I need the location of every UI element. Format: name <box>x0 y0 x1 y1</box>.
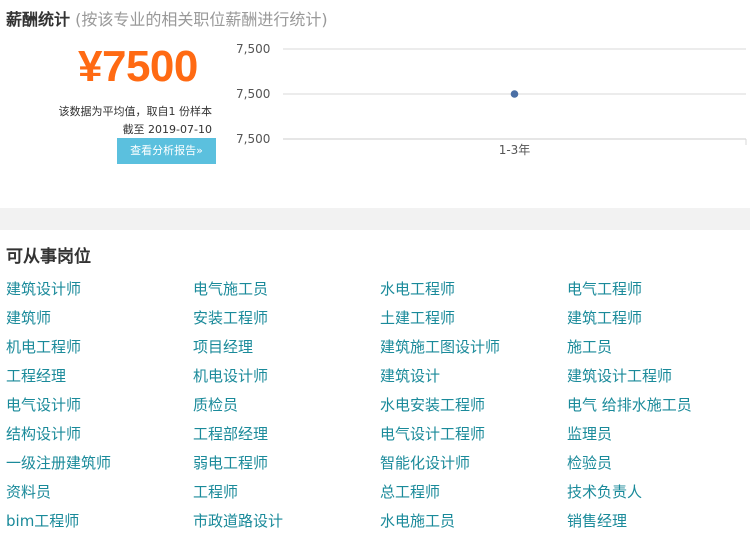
salary-subtitle: (按该专业的相关职位薪酬进行统计) <box>75 10 328 29</box>
data-point[interactable] <box>510 90 519 98</box>
job-link[interactable]: 销售经理 <box>567 510 627 531</box>
job-link[interactable]: 土建工程师 <box>380 307 455 328</box>
salary-chart-svg: 7,500 7,500 7,500 1-3年 <box>236 42 747 157</box>
view-report-button[interactable]: 查看分析报告» <box>117 138 216 164</box>
x-tick-label: 1-3年 <box>499 143 531 157</box>
job-link[interactable]: 电气设计师 <box>6 394 81 415</box>
job-link[interactable]: 建筑设计工程师 <box>567 365 672 386</box>
job-link[interactable]: 监理员 <box>567 423 612 444</box>
job-link[interactable]: 电气设计工程师 <box>380 423 485 444</box>
job-link[interactable]: 资料员 <box>6 481 51 502</box>
job-link[interactable]: 机电工程师 <box>6 336 81 357</box>
job-link[interactable]: bim工程师 <box>6 510 79 531</box>
job-link[interactable]: 总工程师 <box>380 481 440 502</box>
jobs-section: 可从事岗位 建筑设计师建筑师机电工程师工程经理电气设计师结构设计师一级注册建筑师… <box>0 230 750 535</box>
job-link[interactable]: 建筑设计师 <box>6 278 81 299</box>
job-link[interactable]: 检验员 <box>567 452 612 473</box>
sample-note: 该数据为平均值，取自1 份样本 <box>58 105 213 118</box>
salary-heading: 薪酬统计 (按该专业的相关职位薪酬进行统计) <box>6 6 328 30</box>
job-link[interactable]: 机电设计师 <box>193 365 268 386</box>
job-link[interactable]: 电气工程师 <box>567 278 642 299</box>
job-link[interactable]: 施工员 <box>567 336 612 357</box>
section-divider <box>0 208 750 230</box>
job-link[interactable]: 电气施工员 <box>193 278 268 299</box>
jobs-title: 可从事岗位 <box>6 247 91 267</box>
job-link[interactable]: 水电安装工程师 <box>380 394 485 415</box>
job-link[interactable]: 项目经理 <box>193 336 253 357</box>
job-link[interactable]: 市政道路设计 <box>193 510 283 531</box>
y-tick-label: 7,500 <box>236 87 270 101</box>
average-salary: ¥7500 <box>78 42 198 91</box>
salary-section: 薪酬统计 (按该专业的相关职位薪酬进行统计) ¥7500 该数据为平均值，取自1… <box>0 0 750 208</box>
job-link[interactable]: 弱电工程师 <box>193 452 268 473</box>
date-note: 截至 2019-07-10 <box>122 123 212 136</box>
job-link[interactable]: 工程部经理 <box>193 423 268 444</box>
y-tick-label: 7,500 <box>236 132 270 146</box>
job-link[interactable]: 结构设计师 <box>6 423 81 444</box>
job-link[interactable]: 建筑师 <box>6 307 51 328</box>
job-link[interactable]: 质检员 <box>193 394 238 415</box>
job-link[interactable]: 建筑设计 <box>380 365 440 386</box>
job-link[interactable]: 建筑施工图设计师 <box>380 336 500 357</box>
salary-title: 薪酬统计 <box>6 10 71 29</box>
job-link[interactable]: 技术负责人 <box>567 481 642 502</box>
job-link[interactable]: 安装工程师 <box>193 307 268 328</box>
y-tick-label: 7,500 <box>236 42 270 56</box>
job-link[interactable]: 建筑工程师 <box>567 307 642 328</box>
salary-chart: 7,500 7,500 7,500 1-3年 <box>228 36 748 170</box>
job-link[interactable]: 水电工程师 <box>380 278 455 299</box>
job-link[interactable]: 工程师 <box>193 481 238 502</box>
job-link[interactable]: 一级注册建筑师 <box>6 452 111 473</box>
job-link[interactable]: 工程经理 <box>6 365 66 386</box>
job-link[interactable]: 电气 给排水施工员 <box>567 394 692 415</box>
job-link[interactable]: 智能化设计师 <box>380 452 470 473</box>
job-link[interactable]: 水电施工员 <box>380 510 455 531</box>
